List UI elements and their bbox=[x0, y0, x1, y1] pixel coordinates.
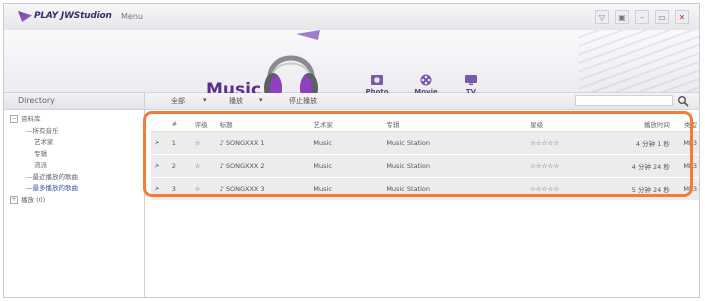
column-header-type[interactable]: 类型 bbox=[671, 117, 699, 132]
track-artist: Music bbox=[311, 131, 385, 155]
table-row[interactable]: 1 ☆ ♪ SONGXXX 1 Music Music Station ☆☆☆☆… bbox=[151, 131, 699, 155]
column-header-time[interactable]: 播放时间 bbox=[605, 117, 672, 132]
column-header-artist[interactable]: 艺术家 bbox=[311, 117, 385, 132]
track-type: MP3 bbox=[671, 131, 699, 155]
column-header-album[interactable]: 专辑 bbox=[384, 117, 529, 132]
track-artist: Music bbox=[311, 177, 385, 201]
column-header-pin[interactable] bbox=[151, 117, 170, 132]
track-rating[interactable]: ☆ bbox=[192, 154, 218, 178]
window-controls: ▽ ▣ – ▭ ✕ bbox=[595, 10, 689, 24]
track-number: 2 bbox=[169, 154, 193, 178]
track-type: MP3 bbox=[671, 177, 699, 201]
maximize-button[interactable]: ▭ bbox=[655, 10, 669, 24]
tree-item-genre[interactable]: 流派 bbox=[4, 160, 144, 172]
column-header-number[interactable]: # bbox=[169, 117, 193, 132]
track-number: 1 bbox=[169, 131, 193, 155]
track-type: MP3 bbox=[671, 154, 699, 178]
close-button[interactable]: ✕ bbox=[675, 10, 689, 24]
tree-item-most-played[interactable]: —最多播放的歌曲 bbox=[4, 183, 144, 195]
menu-button[interactable]: Menu bbox=[121, 12, 143, 21]
logo-icon bbox=[18, 11, 32, 22]
list-toolbar: 全部 ▾ 播放 ▾ 停止播放 bbox=[145, 93, 699, 110]
table-row[interactable]: 3 ☆ ♪ SONGXXX 3 Music Music Station ☆☆☆☆… bbox=[151, 177, 699, 201]
pin-icon[interactable] bbox=[153, 185, 160, 192]
track-rating[interactable]: ☆ bbox=[192, 131, 218, 155]
minimize-button[interactable]: – bbox=[635, 10, 649, 24]
track-table: # 评级 标题 艺术家 专辑 星级 播放时间 类型 1 ☆ ♪ SONGXXX … bbox=[151, 117, 699, 201]
tv-icon bbox=[465, 75, 477, 85]
movie-icon bbox=[420, 74, 432, 86]
track-album: Music Station bbox=[384, 131, 529, 155]
track-time: 4 分钟 1 秒 bbox=[605, 131, 672, 155]
play-dropdown-icon[interactable]: ▾ bbox=[259, 96, 263, 104]
category-banner: Music Photo Movie TV bbox=[4, 30, 699, 103]
banner-decoration bbox=[579, 30, 699, 92]
stop-button[interactable]: 停止播放 bbox=[289, 96, 317, 106]
play-button[interactable]: 播放 bbox=[229, 96, 243, 106]
column-header-title[interactable]: 标题 bbox=[217, 117, 312, 132]
filter-dropdown-icon[interactable]: ▾ bbox=[203, 96, 207, 104]
filter-all-button[interactable]: 全部 bbox=[171, 96, 185, 106]
tree-item-all-music[interactable]: —所有音乐 bbox=[4, 126, 144, 138]
column-header-stars[interactable]: 星级 bbox=[528, 117, 606, 132]
search-input[interactable] bbox=[575, 95, 673, 106]
collapse-toggle-icon[interactable]: − bbox=[10, 115, 18, 123]
track-stars[interactable]: ☆☆☆☆☆ bbox=[528, 177, 606, 201]
track-stars[interactable]: ☆☆☆☆☆ bbox=[528, 154, 606, 178]
track-number: 3 bbox=[169, 177, 193, 201]
column-header-rating[interactable]: 评级 bbox=[192, 117, 218, 132]
content-pane: 全部 ▾ 播放 ▾ 停止播放 # 评级 标题 艺术家 专辑 星级 播放时间 类型… bbox=[145, 93, 699, 297]
tree-item-playlists[interactable]: + 播放 (0) bbox=[4, 195, 144, 207]
directory-tree: − 资料库 —所有音乐 艺术家 专辑 流派 —最近播放的歌曲 —最多播放的歌曲 +… bbox=[4, 110, 144, 206]
table-row[interactable]: 2 ☆ ♪ SONGXXX 2 Music Music Station ☆☆☆☆… bbox=[151, 154, 699, 178]
dropdown-button[interactable]: ▽ bbox=[595, 10, 609, 24]
directory-pane: Directory − 资料库 —所有音乐 艺术家 专辑 流派 —最近播放的歌曲 … bbox=[4, 93, 145, 297]
tree-item-album[interactable]: 专辑 bbox=[4, 149, 144, 161]
tree-item-artist[interactable]: 艺术家 bbox=[4, 137, 144, 149]
tree-item-recent[interactable]: —最近播放的歌曲 bbox=[4, 172, 144, 184]
track-time: 4 分钟 24 秒 bbox=[605, 154, 672, 178]
track-title: ♪ SONGXXX 3 bbox=[217, 177, 312, 201]
track-stars[interactable]: ☆☆☆☆☆ bbox=[528, 131, 606, 155]
track-rating[interactable]: ☆ bbox=[192, 177, 218, 201]
tree-item-library[interactable]: − 资料库 bbox=[4, 114, 144, 126]
mini-mode-button[interactable]: ▣ bbox=[615, 10, 629, 24]
expand-toggle-icon[interactable]: + bbox=[10, 195, 18, 204]
track-album: Music Station bbox=[384, 177, 529, 201]
pin-icon[interactable] bbox=[153, 162, 160, 169]
directory-header: Directory bbox=[4, 93, 144, 110]
table-header-row: # 评级 标题 艺术家 专辑 星级 播放时间 类型 bbox=[151, 117, 699, 132]
track-title: ♪ SONGXXX 1 bbox=[217, 131, 312, 155]
title-bar: PLAY JWStudion Menu ▽ ▣ – ▭ ✕ bbox=[4, 4, 699, 31]
pin-icon[interactable] bbox=[153, 139, 160, 146]
app-window: PLAY JWStudion Menu ▽ ▣ – ▭ ✕ Music Phot… bbox=[3, 3, 700, 298]
photo-icon bbox=[371, 75, 383, 85]
track-artist: Music bbox=[311, 154, 385, 178]
track-album: Music Station bbox=[384, 154, 529, 178]
search-icon[interactable] bbox=[677, 95, 689, 107]
app-title: PLAY JWStudion bbox=[34, 11, 112, 21]
track-title: ♪ SONGXXX 2 bbox=[217, 154, 312, 178]
track-time: 5 分钟 24 秒 bbox=[605, 177, 672, 201]
